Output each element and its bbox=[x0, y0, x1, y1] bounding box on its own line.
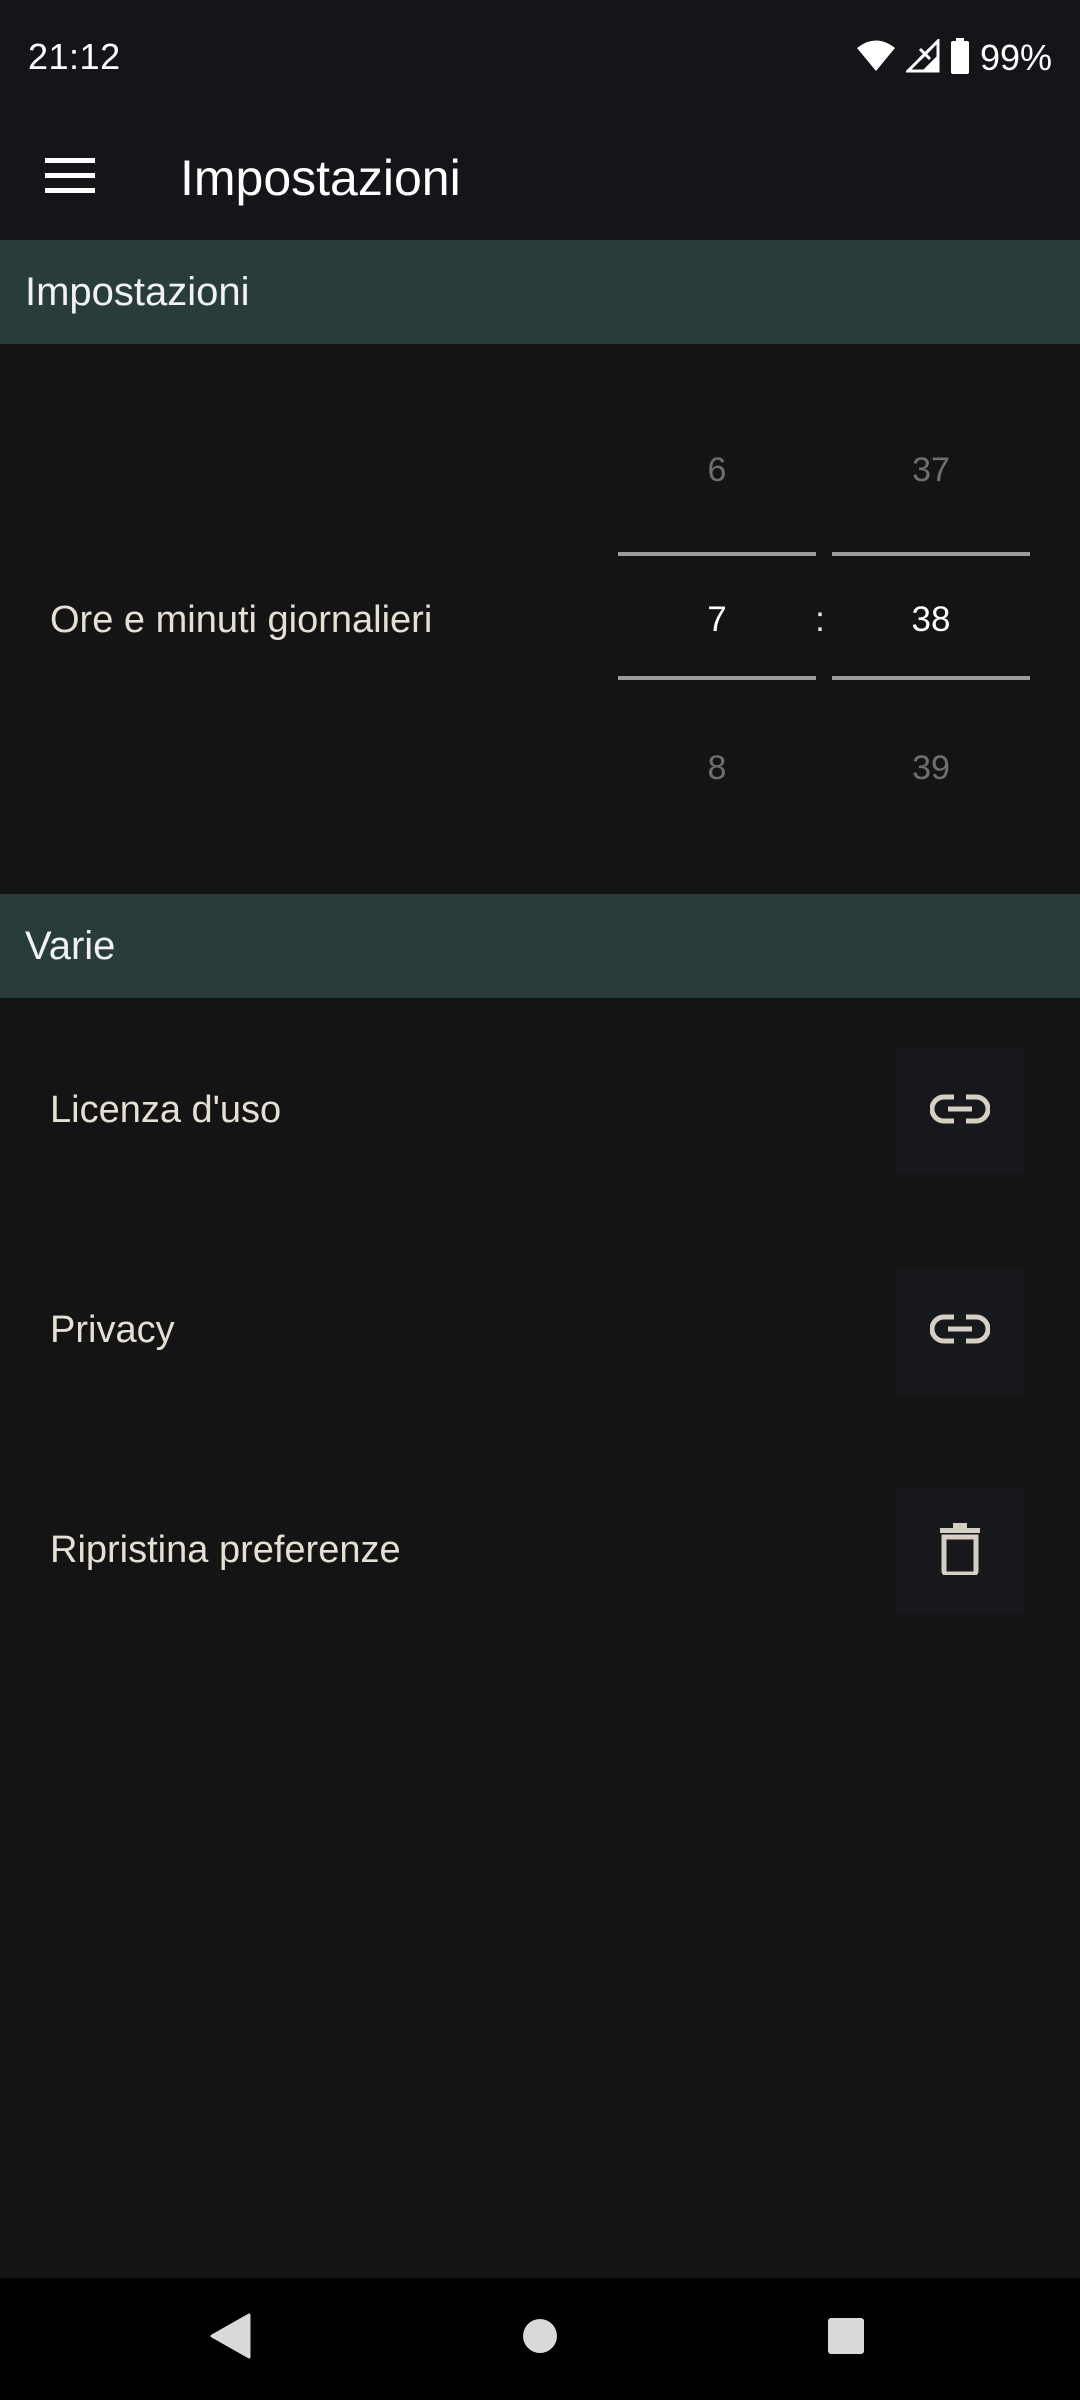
hours-picker[interactable]: 6 7 8 bbox=[618, 440, 816, 800]
reset-preferences-label: Ripristina preferenze bbox=[50, 1529, 401, 1571]
recents-button[interactable] bbox=[806, 2298, 886, 2378]
minutes-current-value[interactable]: 38 bbox=[832, 590, 1030, 650]
app-bar: Impostazioni bbox=[0, 116, 1080, 240]
status-bar: 21:12 99% bbox=[0, 0, 1080, 116]
time-separator: : bbox=[815, 600, 825, 639]
recents-icon bbox=[827, 2317, 865, 2360]
privacy-link-button[interactable] bbox=[896, 1268, 1024, 1394]
minutes-picker[interactable]: 37 38 39 bbox=[832, 440, 1030, 800]
license-link-button[interactable] bbox=[896, 1048, 1024, 1174]
section-header-misc: Varie bbox=[0, 894, 1080, 998]
system-nav-bar bbox=[0, 2278, 1080, 2400]
privacy-label: Privacy bbox=[50, 1309, 175, 1351]
link-icon bbox=[929, 1093, 991, 1130]
license-row[interactable]: Licenza d'uso bbox=[0, 1010, 1080, 1210]
settings-screen: 21:12 99% Impostazioni Impostazioni Ore … bbox=[0, 0, 1080, 2400]
status-icons: 99% bbox=[856, 36, 1052, 80]
status-time: 21:12 bbox=[28, 36, 121, 77]
trash-icon bbox=[940, 1522, 980, 1580]
page-title: Impostazioni bbox=[180, 150, 461, 206]
hours-next-value[interactable]: 8 bbox=[618, 738, 816, 798]
wifi-icon bbox=[856, 39, 896, 78]
hours-current-value[interactable]: 7 bbox=[618, 590, 816, 650]
reset-preferences-button[interactable] bbox=[896, 1488, 1024, 1614]
minutes-divider-bottom bbox=[832, 676, 1030, 680]
menu-button[interactable] bbox=[30, 138, 110, 218]
link-icon bbox=[929, 1313, 991, 1350]
back-button[interactable] bbox=[190, 2298, 270, 2378]
battery-percent: 99% bbox=[979, 37, 1052, 78]
signal-icon bbox=[904, 36, 940, 78]
home-icon bbox=[521, 2317, 559, 2360]
hours-divider-bottom bbox=[618, 676, 816, 680]
section-header-label: Impostazioni bbox=[25, 270, 250, 314]
back-icon bbox=[209, 2313, 251, 2364]
section-header-label: Varie bbox=[25, 924, 116, 968]
home-button[interactable] bbox=[500, 2298, 580, 2378]
minutes-prev-value[interactable]: 37 bbox=[832, 440, 1030, 500]
minutes-next-value[interactable]: 39 bbox=[832, 738, 1030, 798]
battery-icon bbox=[950, 37, 970, 79]
hours-divider-top bbox=[618, 552, 816, 556]
hamburger-menu-icon bbox=[45, 157, 95, 199]
section-header-settings: Impostazioni bbox=[0, 240, 1080, 344]
minutes-divider-top bbox=[832, 552, 1030, 556]
daily-time-label: Ore e minuti giornalieri bbox=[50, 599, 433, 641]
license-label: Licenza d'uso bbox=[50, 1089, 282, 1131]
reset-preferences-row[interactable]: Ripristina preferenze bbox=[0, 1450, 1080, 1650]
hours-prev-value[interactable]: 6 bbox=[618, 440, 816, 500]
privacy-row[interactable]: Privacy bbox=[0, 1230, 1080, 1430]
